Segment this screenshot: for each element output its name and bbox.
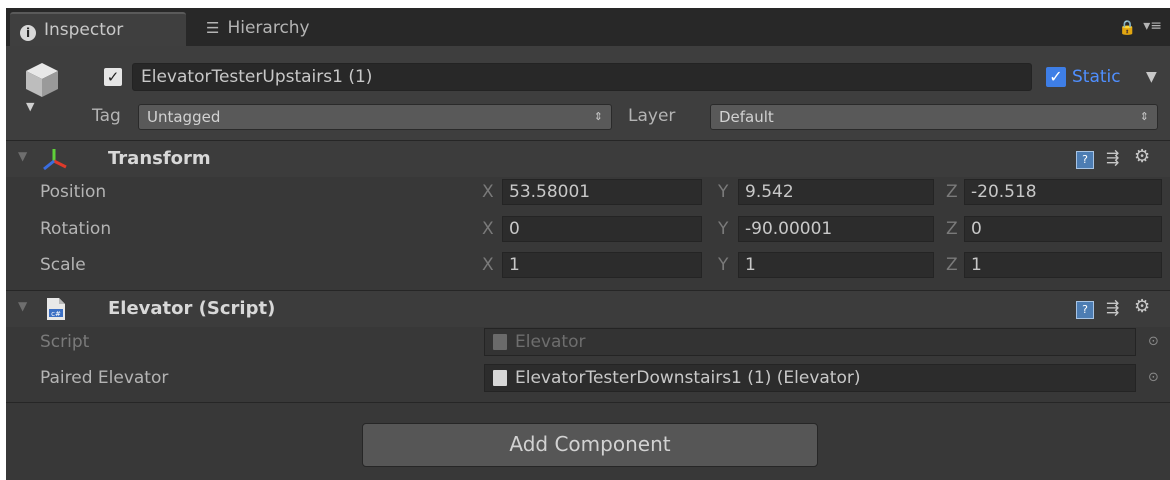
- static-label[interactable]: Static: [1072, 63, 1121, 91]
- rotation-label: Rotation: [40, 219, 112, 239]
- scale-z-field[interactable]: 1: [964, 252, 1162, 278]
- icon-dropdown-arrow-icon[interactable]: ▼: [26, 100, 34, 113]
- axis-y-label[interactable]: Y: [718, 179, 728, 205]
- elevator-script-header[interactable]: ▼ c# Elevator (Script) ? ⇶ ⚙: [6, 290, 1170, 327]
- axis-x-label[interactable]: X: [482, 216, 494, 242]
- tab-hierarchy-label: Hierarchy: [227, 18, 310, 38]
- inspector-panel: i Inspector ☰ Hierarchy 🔒 ▾≡ ▼ ✓ ElevatorT…: [6, 8, 1170, 480]
- list-icon: ☰: [206, 19, 220, 37]
- foldout-arrow-icon[interactable]: ▼: [18, 299, 27, 313]
- rotation-y-field[interactable]: -90.00001: [738, 216, 934, 242]
- layer-label: Layer: [628, 106, 676, 126]
- rotation-z-field[interactable]: 0: [964, 216, 1162, 242]
- elevator-script-title: Elevator (Script): [108, 298, 276, 319]
- foldout-arrow-icon[interactable]: ▼: [18, 149, 27, 163]
- axis-z-label[interactable]: Z: [946, 179, 958, 205]
- help-icon[interactable]: ?: [1076, 151, 1094, 169]
- paired-elevator-field[interactable]: ElevatorTesterDownstairs1 (1) (Elevator): [484, 364, 1136, 392]
- axis-x-label[interactable]: X: [482, 179, 494, 205]
- menu-icon[interactable]: ▾≡: [1143, 18, 1162, 34]
- static-checkbox[interactable]: ✓: [1046, 67, 1066, 87]
- preset-icon[interactable]: ⇶: [1106, 148, 1119, 167]
- paired-elevator-label: Paired Elevator: [40, 368, 169, 388]
- position-x-field[interactable]: 53.58001: [502, 179, 702, 205]
- position-z-field[interactable]: -20.518: [964, 179, 1162, 205]
- tab-inspector[interactable]: i Inspector: [10, 12, 186, 46]
- tab-bar: i Inspector ☰ Hierarchy 🔒 ▾≡: [6, 8, 1170, 46]
- gear-icon[interactable]: ⚙: [1134, 146, 1150, 167]
- static-dropdown-icon[interactable]: ▼: [1146, 63, 1157, 91]
- gameobject-cube-icon: [26, 63, 58, 97]
- position-label: Position: [40, 182, 107, 202]
- axis-y-label[interactable]: Y: [718, 252, 728, 278]
- layer-dropdown[interactable]: Default ⇕: [710, 104, 1158, 130]
- paired-elevator-value: ElevatorTesterDownstairs1 (1) (Elevator): [515, 368, 861, 388]
- axis-z-label[interactable]: Z: [946, 216, 958, 242]
- tag-dropdown[interactable]: Untagged ⇕: [138, 104, 612, 130]
- divider: [6, 402, 1170, 403]
- tab-hierarchy[interactable]: ☰ Hierarchy: [196, 12, 376, 46]
- lock-icon[interactable]: 🔒: [1119, 20, 1136, 36]
- active-checkbox[interactable]: ✓: [104, 68, 122, 86]
- layer-value: Default: [719, 108, 774, 126]
- position-y-field[interactable]: 9.542: [738, 179, 934, 205]
- preset-icon[interactable]: ⇶: [1106, 298, 1119, 317]
- scale-y-field[interactable]: 1: [738, 252, 934, 278]
- scale-x-field[interactable]: 1: [502, 252, 702, 278]
- tab-inspector-label: Inspector: [44, 20, 124, 40]
- gameobject-header: ▼ ✓ ElevatorTesterUpstairs1 (1) ✓ Static…: [6, 46, 1170, 140]
- script-value: Elevator: [515, 332, 586, 352]
- axis-y-label[interactable]: Y: [718, 216, 728, 242]
- svg-text:c#: c#: [51, 310, 61, 318]
- tag-value: Untagged: [147, 108, 221, 126]
- tag-label: Tag: [92, 106, 121, 126]
- tag-dropdown-arrow-icon: ⇕: [593, 110, 603, 123]
- object-picker-icon[interactable]: ⊙: [1148, 364, 1159, 392]
- script-file-icon: [493, 370, 507, 386]
- script-object-field: Elevator: [484, 328, 1136, 356]
- csharp-file-icon: c#: [47, 298, 65, 320]
- axis-x-label[interactable]: X: [482, 252, 494, 278]
- gear-icon[interactable]: ⚙: [1134, 296, 1150, 317]
- scale-label: Scale: [40, 255, 86, 275]
- rotation-x-field[interactable]: 0: [502, 216, 702, 242]
- object-picker-icon: ⊙: [1148, 334, 1159, 349]
- add-component-button[interactable]: Add Component: [362, 423, 818, 467]
- info-icon: i: [20, 25, 36, 41]
- script-file-icon: [493, 334, 507, 350]
- transform-header[interactable]: ▼ Transform ? ⇶ ⚙: [6, 140, 1170, 177]
- transform-axes-icon: [43, 149, 67, 171]
- layer-dropdown-arrow-icon: ⇕: [1139, 110, 1149, 123]
- help-icon[interactable]: ?: [1076, 301, 1094, 319]
- transform-title: Transform: [108, 148, 211, 169]
- gameobject-name-field[interactable]: ElevatorTesterUpstairs1 (1): [132, 63, 1032, 91]
- axis-z-label[interactable]: Z: [946, 252, 958, 278]
- script-label: Script: [40, 332, 90, 352]
